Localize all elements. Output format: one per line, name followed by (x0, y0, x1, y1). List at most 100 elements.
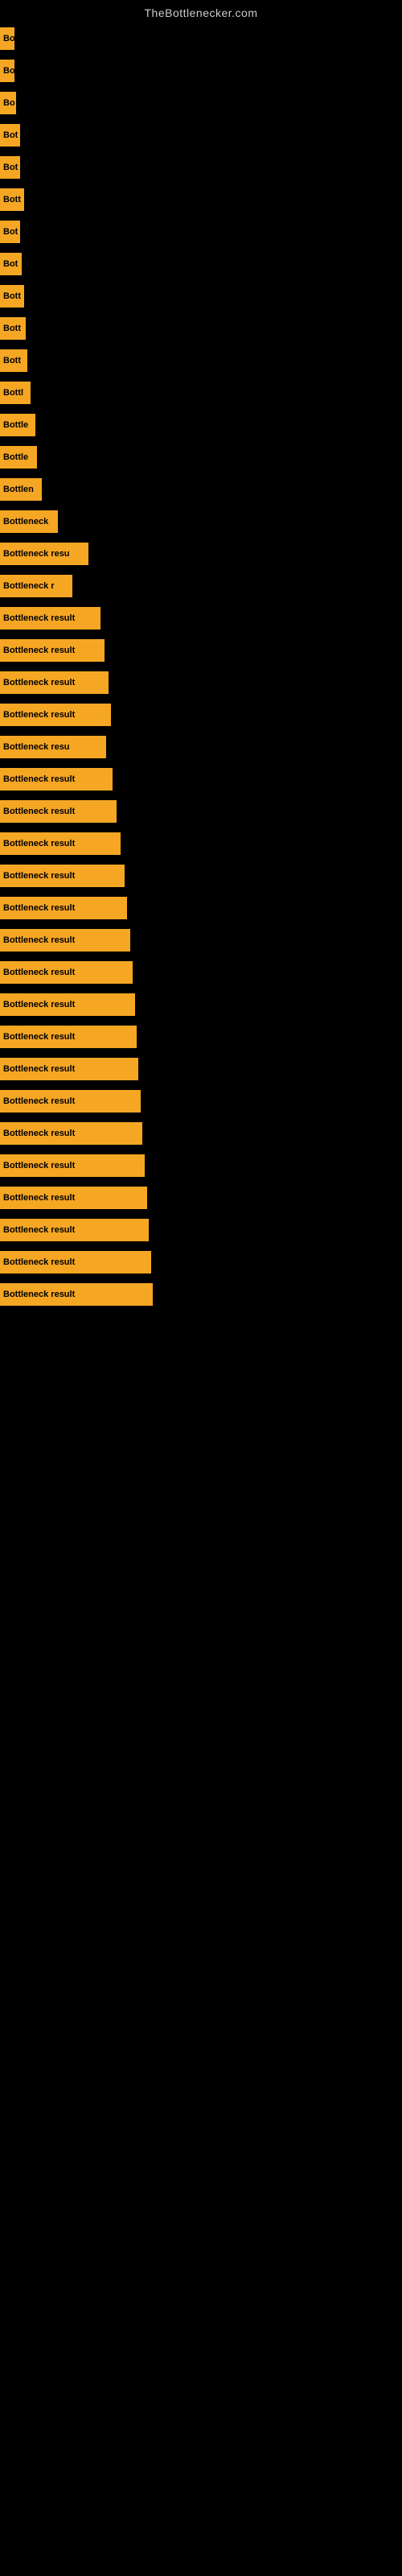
bar-9: Bott (0, 317, 26, 340)
bar-label-34: Bottleneck result (3, 1129, 75, 1138)
bar-label-27: Bottleneck result (3, 903, 75, 913)
bar-row: Bottleneck result (0, 1246, 402, 1278)
bar-label-21: Bottleneck result (3, 710, 75, 720)
bar-row: Bott (0, 184, 402, 216)
bar-18: Bottleneck result (0, 607, 100, 630)
bar-11: Bottl (0, 382, 31, 404)
bar-31: Bottleneck result (0, 1026, 137, 1048)
bar-row: Bottleneck result (0, 892, 402, 924)
bar-21: Bottleneck result (0, 704, 111, 726)
bar-row: Bo (0, 23, 402, 55)
bar-3: Bot (0, 124, 20, 147)
bar-label-14: Bottlen (3, 485, 34, 494)
bar-label-8: Bott (3, 291, 21, 301)
bar-22: Bottleneck resu (0, 736, 106, 758)
bar-label-4: Bot (3, 163, 18, 172)
bar-row: Bot (0, 119, 402, 151)
bar-row: Bottleneck result (0, 763, 402, 795)
bar-2: Bo (0, 92, 16, 114)
bar-row: Bottleneck result (0, 1053, 402, 1085)
bar-row: Bottleneck result (0, 1214, 402, 1246)
bar-label-11: Bottl (3, 388, 23, 398)
bar-row: Bott (0, 280, 402, 312)
bar-5: Bott (0, 188, 24, 211)
bar-12: Bottle (0, 414, 35, 436)
bar-14: Bottlen (0, 478, 42, 501)
bar-label-26: Bottleneck result (3, 871, 75, 881)
bar-6: Bot (0, 221, 20, 243)
bar-label-24: Bottleneck result (3, 807, 75, 816)
bar-row: Bott (0, 345, 402, 377)
bar-row: Bottlen (0, 473, 402, 506)
bar-23: Bottleneck result (0, 768, 113, 791)
bar-label-10: Bott (3, 356, 21, 365)
bar-label-16: Bottleneck resu (3, 549, 70, 559)
bar-33: Bottleneck result (0, 1090, 141, 1113)
bar-label-6: Bot (3, 227, 18, 237)
bar-13: Bottle (0, 446, 37, 469)
bar-25: Bottleneck result (0, 832, 121, 855)
bar-label-7: Bot (3, 259, 18, 269)
bar-36: Bottleneck result (0, 1187, 147, 1209)
bar-row: Bottle (0, 409, 402, 441)
bar-row: Bot (0, 216, 402, 248)
bar-row: Bot (0, 248, 402, 280)
bar-row: Bottleneck result (0, 602, 402, 634)
bar-label-13: Bottle (3, 452, 28, 462)
bar-row: Bottleneck resu (0, 538, 402, 570)
bar-row: Bottleneck (0, 506, 402, 538)
bar-label-25: Bottleneck result (3, 839, 75, 848)
bar-label-3: Bot (3, 130, 18, 140)
bar-row: Bott (0, 312, 402, 345)
bar-label-9: Bott (3, 324, 21, 333)
bar-20: Bottleneck result (0, 671, 109, 694)
bar-1: Bo (0, 60, 14, 82)
bar-label-29: Bottleneck result (3, 968, 75, 977)
bar-17: Bottleneck r (0, 575, 72, 597)
bar-30: Bottleneck result (0, 993, 135, 1016)
bar-label-38: Bottleneck result (3, 1257, 75, 1267)
bar-label-17: Bottleneck r (3, 581, 55, 591)
bar-37: Bottleneck result (0, 1219, 149, 1241)
bar-15: Bottleneck (0, 510, 58, 533)
bar-29: Bottleneck result (0, 961, 133, 984)
bar-8: Bott (0, 285, 24, 308)
bar-label-23: Bottleneck result (3, 774, 75, 784)
bar-label-0: Bo (3, 34, 14, 43)
bar-row: Bottleneck result (0, 699, 402, 731)
bar-row: Bottl (0, 377, 402, 409)
bar-label-37: Bottleneck result (3, 1225, 75, 1235)
bar-label-22: Bottleneck resu (3, 742, 70, 752)
bar-26: Bottleneck result (0, 865, 125, 887)
bar-label-12: Bottle (3, 420, 28, 430)
bar-row: Bottleneck result (0, 634, 402, 667)
bar-7: Bot (0, 253, 22, 275)
bar-label-33: Bottleneck result (3, 1096, 75, 1106)
bar-19: Bottleneck result (0, 639, 105, 662)
bar-row: Bottleneck result (0, 989, 402, 1021)
bar-row: Bo (0, 87, 402, 119)
bar-28: Bottleneck result (0, 929, 130, 952)
bar-row: Bottleneck result (0, 828, 402, 860)
bar-row: Bottleneck result (0, 860, 402, 892)
bar-label-5: Bott (3, 195, 21, 204)
bar-0: Bo (0, 27, 14, 50)
bar-label-18: Bottleneck result (3, 613, 75, 623)
bar-label-30: Bottleneck result (3, 1000, 75, 1009)
bar-label-35: Bottleneck result (3, 1161, 75, 1170)
bar-row: Bottle (0, 441, 402, 473)
bar-row: Bottleneck result (0, 1021, 402, 1053)
bar-row: Bo (0, 55, 402, 87)
bar-32: Bottleneck result (0, 1058, 138, 1080)
bar-label-1: Bo (3, 66, 14, 76)
bar-24: Bottleneck result (0, 800, 117, 823)
bar-35: Bottleneck result (0, 1154, 145, 1177)
bar-16: Bottleneck resu (0, 543, 88, 565)
bar-row: Bottleneck result (0, 1278, 402, 1311)
bar-row: Bottleneck r (0, 570, 402, 602)
bar-38: Bottleneck result (0, 1251, 151, 1274)
site-title: TheBottlenecker.com (0, 0, 402, 23)
bar-label-32: Bottleneck result (3, 1064, 75, 1074)
bar-row: Bottleneck result (0, 1182, 402, 1214)
bar-row: Bottleneck result (0, 956, 402, 989)
